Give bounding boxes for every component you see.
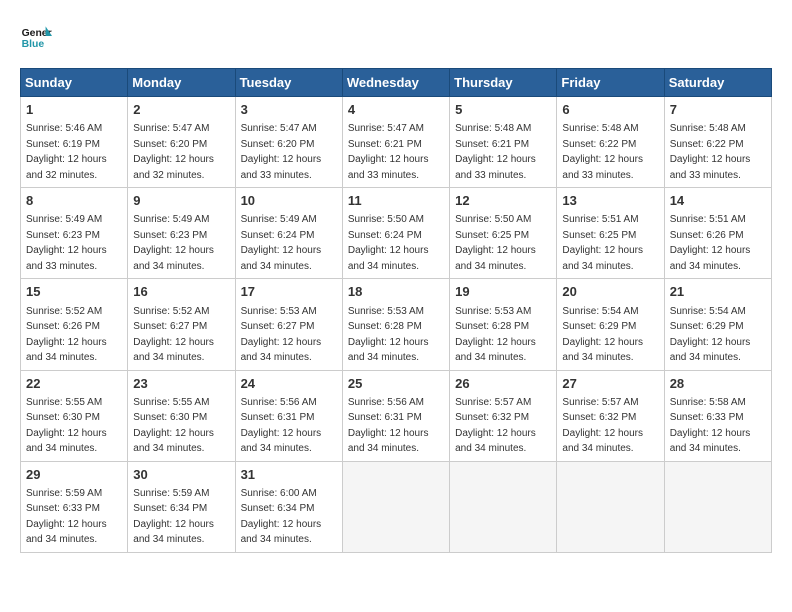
day-cell-2: 2Sunrise: 5:47 AMSunset: 6:20 PMDaylight… [128,97,235,188]
day-cell-21: 21Sunrise: 5:54 AMSunset: 6:29 PMDayligh… [664,279,771,370]
day-cell-28: 28Sunrise: 5:58 AMSunset: 6:33 PMDayligh… [664,370,771,461]
day-cell-26: 26Sunrise: 5:57 AMSunset: 6:32 PMDayligh… [450,370,557,461]
day-cell-31: 31Sunrise: 6:00 AMSunset: 6:34 PMDayligh… [235,461,342,552]
day-cell-4: 4Sunrise: 5:47 AMSunset: 6:21 PMDaylight… [342,97,449,188]
day-cell-22: 22Sunrise: 5:55 AMSunset: 6:30 PMDayligh… [21,370,128,461]
week-row-1: 1Sunrise: 5:46 AMSunset: 6:19 PMDaylight… [21,97,772,188]
calendar-table: SundayMondayTuesdayWednesdayThursdayFrid… [20,68,772,553]
weekday-header-friday: Friday [557,69,664,97]
day-cell-10: 10Sunrise: 5:49 AMSunset: 6:24 PMDayligh… [235,188,342,279]
logo-icon: General Blue [20,20,52,52]
day-cell-20: 20Sunrise: 5:54 AMSunset: 6:29 PMDayligh… [557,279,664,370]
day-cell-6: 6Sunrise: 5:48 AMSunset: 6:22 PMDaylight… [557,97,664,188]
weekday-header-thursday: Thursday [450,69,557,97]
day-cell-1: 1Sunrise: 5:46 AMSunset: 6:19 PMDaylight… [21,97,128,188]
day-cell-8: 8Sunrise: 5:49 AMSunset: 6:23 PMDaylight… [21,188,128,279]
logo: General Blue [20,20,52,52]
day-cell-empty [450,461,557,552]
week-row-5: 29Sunrise: 5:59 AMSunset: 6:33 PMDayligh… [21,461,772,552]
day-cell-18: 18Sunrise: 5:53 AMSunset: 6:28 PMDayligh… [342,279,449,370]
weekday-header-sunday: Sunday [21,69,128,97]
day-cell-23: 23Sunrise: 5:55 AMSunset: 6:30 PMDayligh… [128,370,235,461]
weekday-header-saturday: Saturday [664,69,771,97]
day-cell-25: 25Sunrise: 5:56 AMSunset: 6:31 PMDayligh… [342,370,449,461]
day-cell-14: 14Sunrise: 5:51 AMSunset: 6:26 PMDayligh… [664,188,771,279]
day-cell-17: 17Sunrise: 5:53 AMSunset: 6:27 PMDayligh… [235,279,342,370]
weekday-header-wednesday: Wednesday [342,69,449,97]
day-cell-5: 5Sunrise: 5:48 AMSunset: 6:21 PMDaylight… [450,97,557,188]
day-cell-19: 19Sunrise: 5:53 AMSunset: 6:28 PMDayligh… [450,279,557,370]
day-cell-12: 12Sunrise: 5:50 AMSunset: 6:25 PMDayligh… [450,188,557,279]
day-cell-empty [664,461,771,552]
day-cell-empty [342,461,449,552]
day-cell-11: 11Sunrise: 5:50 AMSunset: 6:24 PMDayligh… [342,188,449,279]
weekday-header-monday: Monday [128,69,235,97]
day-cell-27: 27Sunrise: 5:57 AMSunset: 6:32 PMDayligh… [557,370,664,461]
weekday-header-tuesday: Tuesday [235,69,342,97]
day-cell-30: 30Sunrise: 5:59 AMSunset: 6:34 PMDayligh… [128,461,235,552]
week-row-2: 8Sunrise: 5:49 AMSunset: 6:23 PMDaylight… [21,188,772,279]
day-cell-9: 9Sunrise: 5:49 AMSunset: 6:23 PMDaylight… [128,188,235,279]
day-cell-13: 13Sunrise: 5:51 AMSunset: 6:25 PMDayligh… [557,188,664,279]
svg-text:Blue: Blue [22,39,45,50]
day-cell-empty [557,461,664,552]
day-cell-7: 7Sunrise: 5:48 AMSunset: 6:22 PMDaylight… [664,97,771,188]
day-cell-16: 16Sunrise: 5:52 AMSunset: 6:27 PMDayligh… [128,279,235,370]
day-cell-24: 24Sunrise: 5:56 AMSunset: 6:31 PMDayligh… [235,370,342,461]
day-cell-29: 29Sunrise: 5:59 AMSunset: 6:33 PMDayligh… [21,461,128,552]
page-header: General Blue [20,20,772,52]
day-cell-3: 3Sunrise: 5:47 AMSunset: 6:20 PMDaylight… [235,97,342,188]
day-cell-15: 15Sunrise: 5:52 AMSunset: 6:26 PMDayligh… [21,279,128,370]
weekday-header-row: SundayMondayTuesdayWednesdayThursdayFrid… [21,69,772,97]
week-row-4: 22Sunrise: 5:55 AMSunset: 6:30 PMDayligh… [21,370,772,461]
week-row-3: 15Sunrise: 5:52 AMSunset: 6:26 PMDayligh… [21,279,772,370]
